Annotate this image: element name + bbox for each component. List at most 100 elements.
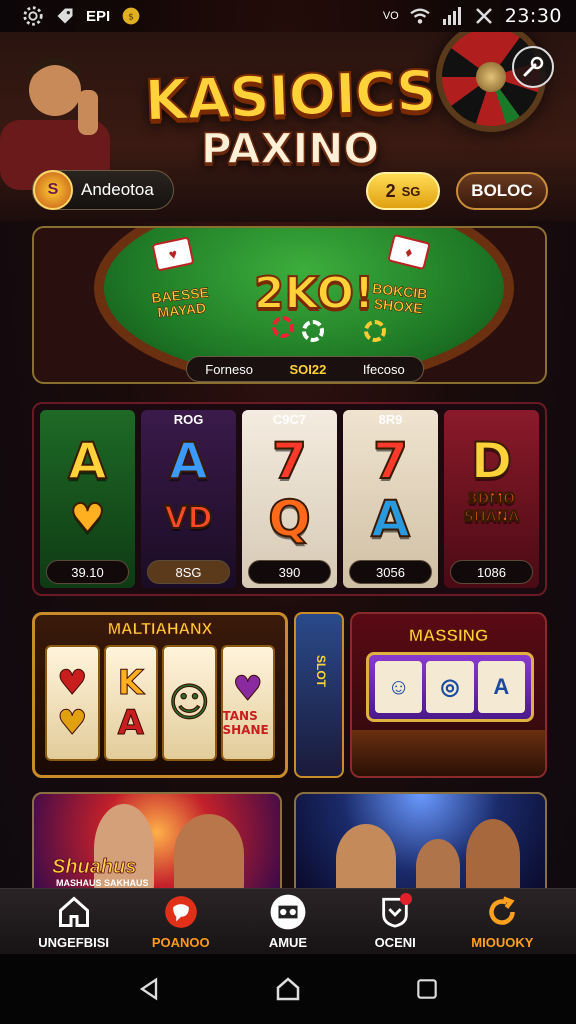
slot-symbol-bottom: VD — [163, 500, 213, 537]
slot-price: 1086 — [450, 560, 533, 584]
refresh-icon — [483, 893, 521, 931]
slot-reel: ♥ TANS SHANE — [220, 645, 275, 761]
narrow-card-label: SLOT — [314, 655, 328, 687]
casino-card-title: MASSING — [408, 626, 489, 646]
nav-item-refresh[interactable]: MIOUOKY — [452, 893, 552, 950]
featured-slot-machine[interactable]: MALTIAHANX ♥ ♥ K A ☺ ♥ TANS SHANE — [32, 612, 288, 778]
user-profile-chip[interactable]: S Andeotoa — [32, 170, 174, 210]
avatar: S — [33, 170, 73, 210]
mini-reel: ☺ — [375, 661, 423, 713]
promo-card-right[interactable] — [294, 792, 547, 892]
home-outline-icon — [276, 977, 300, 1001]
slot-symbol-top: 7 — [271, 431, 308, 491]
slot-symbol-bottom: ♥ — [69, 495, 107, 543]
promo-banner[interactable]: ♥ ♦ BAESSE MAYAD BOKCIB SHOXE 2KO! Forne… — [32, 226, 547, 384]
tag-icon — [54, 5, 76, 27]
wifi-icon — [409, 5, 431, 27]
app-header: KASIOICS PAXINO S Andeotoa 2 SG BOLOC — [0, 32, 576, 222]
deposit-button[interactable]: BOLOC — [456, 172, 548, 210]
screen: EPI $ VO 23:30 KASIOICS PAXINO S Andeoto… — [0, 0, 576, 1024]
slot-reel: K A — [103, 645, 158, 761]
slot-symbol-top: A — [168, 431, 209, 491]
featured-narrow-card[interactable]: SLOT — [294, 612, 344, 778]
coin-icon: $ — [120, 5, 142, 27]
recents-button[interactable] — [407, 969, 447, 1009]
reel-symbol: K — [117, 663, 144, 704]
slot-reel: ♥ ♥ — [45, 645, 100, 761]
poker-chip-icon — [364, 320, 386, 342]
slot-price: 390 — [248, 560, 331, 584]
nav-label: AMUE — [268, 935, 308, 950]
reel-symbol: ♥ — [56, 703, 88, 744]
reel-symbol: ♥ — [56, 663, 88, 704]
nav-item-game[interactable]: AMUE — [238, 893, 338, 950]
banner-info-left: Forneso — [205, 361, 253, 377]
coin-suffix: SG — [401, 183, 421, 199]
slot-game-card[interactable]: A ♥ 39.10 — [40, 410, 135, 588]
reel-symbol: A — [117, 703, 144, 744]
home-icon — [55, 893, 93, 931]
person-illustration — [466, 819, 520, 890]
slot-header: C9C7 — [272, 412, 307, 427]
poker-chip-icon — [272, 316, 294, 338]
banner-info-right: Ifecoso — [362, 361, 405, 377]
promo-left-subtitle: MASHAUS SAKHAUS — [56, 878, 149, 888]
slot-machine-screen: ☺ ◎ A — [366, 652, 534, 722]
nav-label: POANOO — [151, 935, 210, 950]
home-button[interactable] — [268, 969, 308, 1009]
recents-square-icon — [416, 979, 437, 999]
slot-symbol-bottom: 3DMO SHANA — [463, 490, 520, 526]
tools-button[interactable] — [512, 46, 554, 88]
casino-table-illustration — [352, 730, 545, 776]
shield-icon — [376, 893, 414, 931]
network-label: VO — [382, 10, 399, 22]
banner-info-bar: Forneso SOI22 Ifecoso — [186, 356, 424, 382]
slot-game-card[interactable]: D 3DMO SHANA 1086 — [444, 410, 539, 588]
settings-gear-icon — [22, 5, 44, 27]
slot-game-card[interactable]: ROG A VD 8SG — [141, 410, 236, 588]
featured-slot-title: MALTIAHANX — [107, 621, 213, 639]
app-logo-subtitle: PAXINO — [200, 123, 380, 174]
featured-casino-card[interactable]: MASSING ☺ ◎ A — [350, 612, 547, 778]
banner-info-mid: SOI22 — [289, 361, 327, 377]
nav-label: MIOUOKY — [471, 935, 534, 950]
person-illustration — [174, 814, 244, 890]
nav-label: UNGEFBISI — [38, 935, 109, 950]
coin-value: 2 — [385, 180, 396, 201]
nav-item-shield[interactable]: OCENI — [345, 893, 445, 950]
promo-card-left[interactable]: Shuahus MASHAUS SAKHAUS — [32, 792, 282, 892]
slot-symbol-bottom: A — [370, 489, 411, 549]
clock: 23:30 — [504, 5, 562, 27]
slot-price: 8SG — [147, 560, 230, 584]
person-illustration — [416, 839, 460, 890]
reel-symbol: ☺ — [168, 680, 211, 727]
slot-game-card[interactable]: 8R9 7 A 3056 — [343, 410, 438, 588]
promo-left-title: Shuahus — [52, 856, 137, 879]
reel-symbol: ♥ — [232, 669, 264, 710]
slot-game-card[interactable]: C9C7 7 Q 390 — [242, 410, 337, 588]
back-triangle-icon — [140, 977, 158, 1001]
wrench-icon — [523, 56, 544, 77]
slot-symbol-top: D — [470, 431, 513, 491]
bottom-navigation: UNGEFBISI POANOO AMUE OCENI MIOUOKY — [0, 888, 576, 954]
slot-symbol-bottom: Q — [267, 489, 311, 549]
user-name: Andeotoa — [81, 180, 154, 199]
slot-symbol-top: A — [67, 431, 108, 491]
slot-reels: ♥ ♥ K A ☺ ♥ TANS SHANE — [45, 645, 275, 761]
banner-amount: 2KO! — [253, 267, 375, 320]
slot-games-row: A ♥ 39.10 ROG A VD 8SG C9C7 7 Q 390 8R9 … — [32, 402, 547, 596]
coin-balance-button[interactable]: 2 SG — [366, 172, 440, 210]
reel-symbol: TANS SHANE — [222, 709, 269, 737]
chat-bubble-icon — [162, 893, 200, 931]
nav-item-home[interactable]: UNGEFBISI — [24, 893, 124, 950]
slot-symbol-top: 7 — [372, 431, 409, 491]
poker-chip-icon — [302, 320, 324, 342]
nav-label: OCENI — [374, 935, 416, 950]
nav-item-chat[interactable]: POANOO — [131, 893, 231, 950]
system-navigation-bar — [0, 954, 576, 1024]
slot-reel: ☺ — [162, 645, 217, 761]
status-bar: EPI $ VO 23:30 — [0, 0, 576, 32]
slot-header: 8R9 — [378, 412, 403, 427]
back-button[interactable] — [129, 969, 169, 1009]
mini-reel: ◎ — [426, 661, 474, 713]
